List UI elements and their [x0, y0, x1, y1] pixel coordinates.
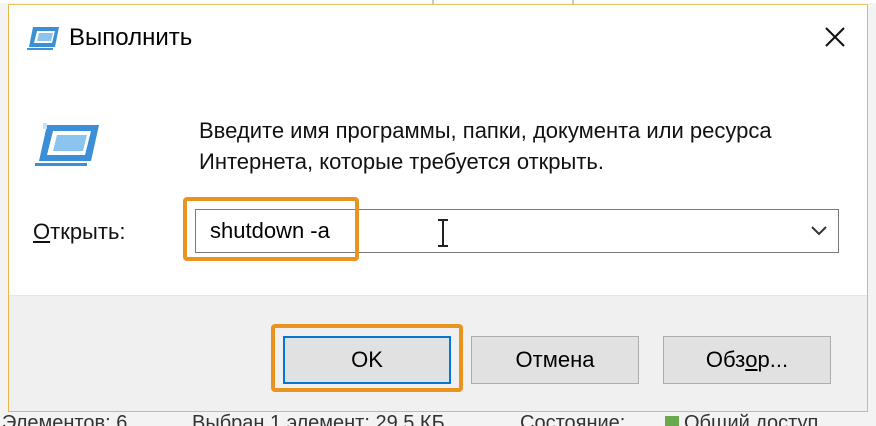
dialog-title: Выполнить	[69, 24, 193, 51]
open-label: Открыть:	[33, 219, 126, 245]
dropdown-button[interactable]	[806, 218, 832, 244]
run-dialog: Выполнить Введите имя программы, папки, …	[8, 4, 868, 412]
chevron-down-icon	[811, 226, 827, 236]
status-item-share: Общий доступ	[684, 412, 819, 426]
run-icon	[35, 123, 99, 166]
browse-label-start: Обз	[705, 347, 746, 372]
background-top-edge	[0, 0, 876, 3]
run-icon	[27, 27, 59, 50]
close-button[interactable]	[813, 15, 857, 59]
status-item-selected: Выбран 1 элемент: 29,5 КБ	[192, 412, 445, 426]
ok-button[interactable]: OK	[283, 336, 451, 384]
open-label-text: ткрыть:	[50, 219, 126, 244]
cancel-button[interactable]: Отмена	[471, 336, 639, 384]
background-status-bar: Элементов: 6 Выбран 1 элемент: 29,5 КБ С…	[0, 412, 876, 426]
status-item-state: Состояние:	[520, 412, 626, 426]
title-bar[interactable]: Выполнить	[9, 5, 867, 69]
text-cursor-icon	[438, 219, 448, 247]
close-icon	[825, 27, 845, 47]
browse-button[interactable]: Обз о р...	[663, 336, 831, 384]
browse-label-end: р...	[757, 347, 789, 372]
button-bar: OK Отмена Обз о р...	[9, 295, 867, 411]
share-icon	[665, 416, 679, 426]
dialog-content: Введите имя программы, папки, документа …	[9, 69, 867, 295]
open-label-accelerator: О	[33, 219, 51, 244]
browse-label-accelerator: о	[745, 347, 758, 372]
instruction-text: Введите имя программы, папки, документа …	[199, 118, 772, 174]
status-item-count: Элементов: 6	[2, 412, 128, 426]
input-highlight-frame	[183, 197, 359, 261]
